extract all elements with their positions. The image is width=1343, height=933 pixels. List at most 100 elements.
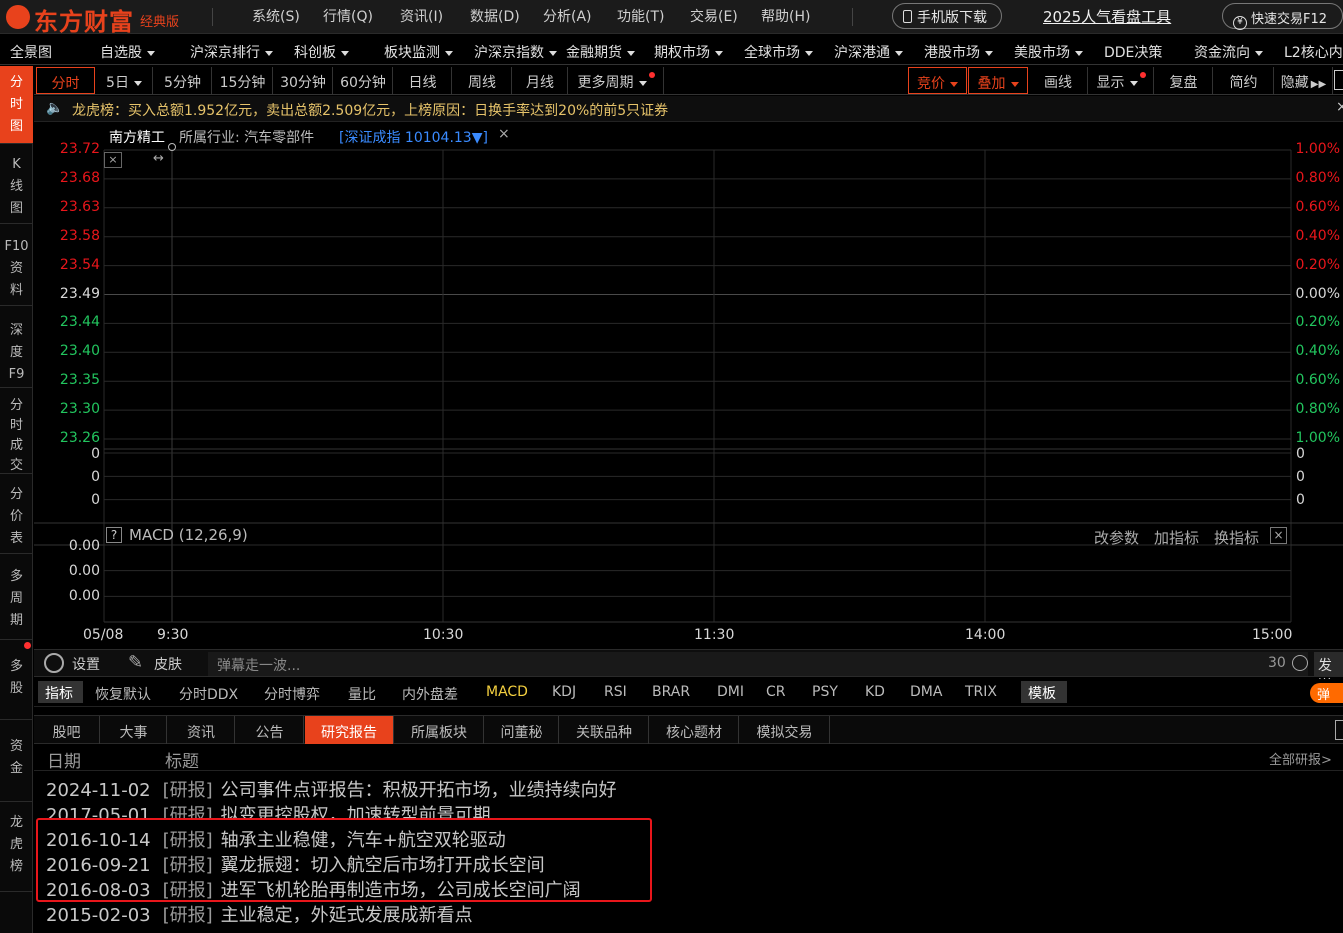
indicator-trix[interactable]: TRIX bbox=[965, 684, 997, 700]
indicator-dma[interactable]: DMA bbox=[910, 684, 942, 700]
tab-ask-secretary[interactable]: 问董秘 bbox=[485, 716, 559, 744]
menu-quotes[interactable]: 行情(Q) bbox=[323, 6, 373, 26]
sidebar-item-kline[interactable]: K线图 bbox=[0, 144, 33, 224]
nav-global[interactable]: 全球市场 bbox=[744, 42, 813, 62]
nav-ranking[interactable]: 沪深京排行 bbox=[190, 42, 273, 62]
close-icon[interactable]: × bbox=[1336, 99, 1343, 115]
auction-button[interactable]: 竞价 bbox=[908, 67, 967, 94]
nav-star-market[interactable]: 科创板 bbox=[294, 42, 349, 62]
menu-function[interactable]: 功能(T) bbox=[617, 6, 664, 26]
indicator-brar[interactable]: BRAR bbox=[652, 684, 690, 700]
tab-guba[interactable]: 股吧 bbox=[34, 716, 100, 744]
nav-l2[interactable]: L2核心内 bbox=[1284, 42, 1343, 62]
nav-sector-monitor[interactable]: 板块监测 bbox=[384, 42, 453, 62]
indicator-game[interactable]: 分时博弈 bbox=[264, 684, 320, 704]
indicator-rsi[interactable]: RSI bbox=[604, 684, 627, 700]
nav-dde[interactable]: DDE决策 bbox=[1104, 42, 1162, 62]
report-row[interactable]: 2015-02-03 [研报] 主业稳定，外延式发展成新看点 bbox=[46, 901, 473, 927]
tab-monthly[interactable]: 月线 bbox=[513, 67, 568, 94]
tab-5day[interactable]: 5日 bbox=[96, 67, 153, 94]
intraday-chart[interactable]: 南方精工 所属行业: 汽车零部件 [深证成指 10104.13▼] × × ↔ … bbox=[34, 123, 1343, 648]
tab-sectors[interactable]: 所属板块 bbox=[395, 716, 484, 744]
tab-related[interactable]: 关联品种 bbox=[560, 716, 649, 744]
fullscreen-icon[interactable] bbox=[1334, 70, 1343, 90]
help-icon[interactable]: ? bbox=[106, 527, 122, 543]
nav-us[interactable]: 美股市场 bbox=[1014, 42, 1083, 62]
gear-icon[interactable] bbox=[44, 653, 64, 673]
expand-icon[interactable] bbox=[1335, 720, 1343, 740]
sidebar-item-dragon-tiger[interactable]: 龙虎榜 bbox=[0, 802, 33, 892]
indicator-ddx[interactable]: 分时DDX bbox=[179, 684, 238, 704]
indicator-cr[interactable]: CR bbox=[766, 684, 786, 700]
danmu-toggle[interactable]: 弹 bbox=[1310, 683, 1343, 703]
sidebar-item-price-table[interactable]: 分价表 bbox=[0, 474, 33, 554]
indicator-tab-main[interactable]: 指标 bbox=[38, 681, 83, 703]
nav-watchlist[interactable]: 自选股 bbox=[100, 42, 155, 62]
report-row[interactable]: 2024-11-02 [研报] 公司事件点评报告：积极开拓市场，业绩持续向好 bbox=[46, 776, 617, 802]
sidebar-item-fund[interactable]: 资金 bbox=[0, 720, 33, 802]
promo-link[interactable]: 2025人气看盘工具 bbox=[1043, 6, 1171, 27]
emoji-icon[interactable] bbox=[1292, 655, 1308, 671]
nav-indices[interactable]: 沪深京指数 bbox=[474, 42, 557, 62]
drag-handle-icon[interactable] bbox=[168, 143, 176, 151]
display-button[interactable]: 显示 bbox=[1089, 67, 1154, 94]
sidebar-item-f10[interactable]: F10 资料 bbox=[0, 224, 33, 306]
hide-button[interactable]: 隐藏 ▶▶ bbox=[1275, 67, 1333, 94]
menu-trade[interactable]: 交易(E) bbox=[690, 6, 738, 26]
tab-60min[interactable]: 60分钟 bbox=[334, 67, 393, 94]
send-button[interactable]: 发送 bbox=[1314, 652, 1343, 694]
nav-panorama[interactable]: 全景图 bbox=[10, 42, 52, 62]
menu-data[interactable]: 数据(D) bbox=[470, 6, 520, 26]
tab-intraday[interactable]: 分时 bbox=[36, 67, 95, 94]
tab-30min[interactable]: 30分钟 bbox=[274, 67, 333, 94]
tab-more-periods[interactable]: 更多周期 bbox=[569, 67, 664, 94]
add-indicator-button[interactable]: 加指标 bbox=[1154, 527, 1199, 548]
tab-mock-trade[interactable]: 模拟交易 bbox=[740, 716, 830, 744]
nav-options[interactable]: 期权市场 bbox=[654, 42, 723, 62]
indicator-kd[interactable]: KD bbox=[865, 684, 885, 700]
restore-default-button[interactable]: 恢复默认 bbox=[95, 684, 151, 704]
brush-icon[interactable]: ✎ bbox=[128, 652, 143, 673]
menu-analysis[interactable]: 分析(A) bbox=[543, 6, 592, 26]
overlay-button[interactable]: 叠加 bbox=[968, 67, 1028, 94]
tab-research-reports[interactable]: 研究报告 bbox=[305, 716, 394, 744]
replay-button[interactable]: 复盘 bbox=[1155, 67, 1213, 94]
template-button[interactable]: 模板 bbox=[1021, 681, 1067, 703]
danmu-input[interactable]: 弹幕走一波... 30 bbox=[208, 652, 1308, 676]
settings-button[interactable]: 设置 bbox=[72, 654, 100, 674]
indicator-macd[interactable]: MACD bbox=[486, 684, 528, 700]
indicator-inout[interactable]: 内外盘差 bbox=[402, 684, 458, 704]
tab-15min[interactable]: 15分钟 bbox=[213, 67, 273, 94]
tab-weekly[interactable]: 周线 bbox=[453, 67, 512, 94]
menu-news[interactable]: 资讯(I) bbox=[400, 6, 443, 26]
nav-futures[interactable]: 金融期货 bbox=[566, 42, 635, 62]
tab-news[interactable]: 资讯 bbox=[168, 716, 235, 744]
sidebar-item-intraday[interactable]: 分时图 bbox=[0, 66, 33, 144]
skin-button[interactable]: 皮肤 bbox=[154, 654, 182, 674]
change-params-button[interactable]: 改参数 bbox=[1094, 527, 1139, 548]
nav-connect[interactable]: 沪深港通 bbox=[834, 42, 903, 62]
swap-indicator-button[interactable]: 换指标 bbox=[1214, 527, 1259, 548]
quick-trade-button[interactable]: ¥ 快速交易F12 bbox=[1222, 3, 1343, 30]
sidebar-item-ticks[interactable]: 分时成交 bbox=[0, 388, 33, 474]
draw-line-button[interactable]: 画线 bbox=[1029, 67, 1088, 94]
indicator-dmi[interactable]: DMI bbox=[717, 684, 744, 700]
indicator-kdj[interactable]: KDJ bbox=[552, 684, 576, 700]
resize-horizontal-icon[interactable]: ↔ bbox=[153, 151, 164, 166]
dragon-tiger-notice[interactable]: 🔈 龙虎榜：买入总额1.952亿元，卖出总额2.509亿元，上榜原因：日换手率达… bbox=[34, 96, 1343, 122]
simple-button[interactable]: 简约 bbox=[1214, 67, 1274, 94]
sidebar-item-multi-stock[interactable]: 多股 bbox=[0, 640, 33, 720]
menu-help[interactable]: 帮助(H) bbox=[761, 6, 810, 26]
indicator-psy[interactable]: PSY bbox=[812, 684, 838, 700]
menu-system[interactable]: 系统(S) bbox=[252, 6, 300, 26]
nav-fund-flow[interactable]: 资金流向 bbox=[1194, 42, 1263, 62]
close-icon[interactable]: × bbox=[104, 152, 122, 168]
all-reports-link[interactable]: 全部研报> bbox=[1269, 749, 1332, 768]
indicator-volume-ratio[interactable]: 量比 bbox=[348, 684, 376, 704]
mobile-download-button[interactable]: 手机版下载 bbox=[892, 3, 1002, 29]
nav-hk[interactable]: 港股市场 bbox=[924, 42, 993, 62]
tab-daily[interactable]: 日线 bbox=[394, 67, 452, 94]
tab-themes[interactable]: 核心题材 bbox=[650, 716, 739, 744]
sidebar-item-depth[interactable]: 深度 F9 bbox=[0, 306, 33, 388]
tab-events[interactable]: 大事 bbox=[101, 716, 167, 744]
